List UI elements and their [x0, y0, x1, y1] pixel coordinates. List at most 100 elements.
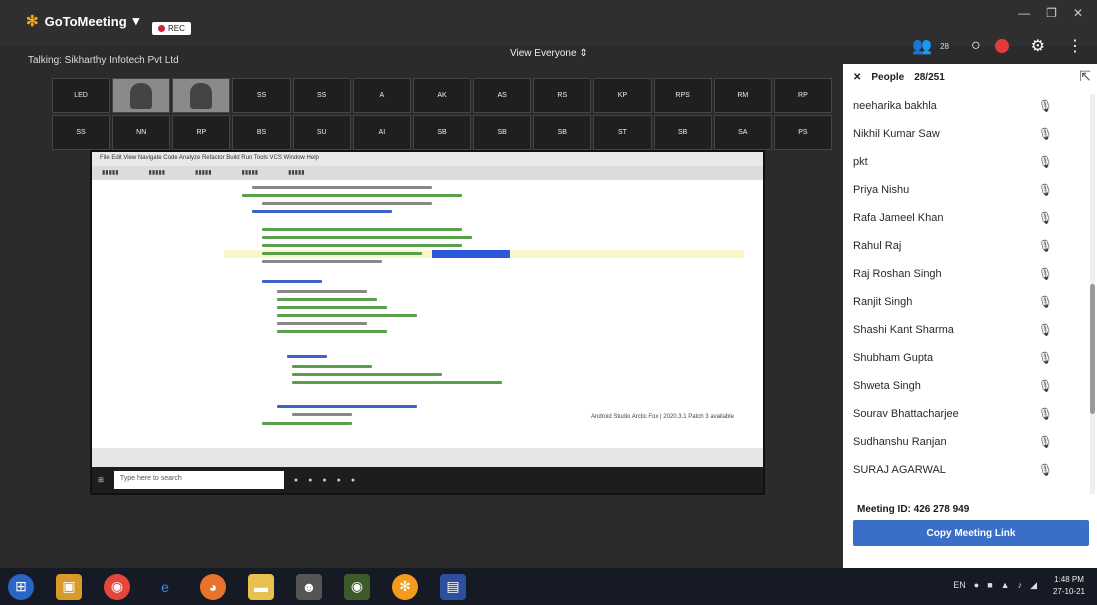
top-toolbar: 👥 28 ○ ⚙ ⋮ [912, 36, 1083, 56]
participant-tile[interactable]: KP [593, 78, 652, 113]
network-icon[interactable]: ◢ [1030, 580, 1037, 591]
file-manager-icon[interactable]: ▣ [56, 573, 82, 600]
language-indicator[interactable]: EN [953, 580, 966, 591]
participant-tile[interactable]: RP [172, 115, 231, 150]
participant-name: Raj Roshan Singh [853, 268, 942, 280]
people-scrollbar[interactable] [1090, 94, 1095, 494]
clock[interactable]: 1:48 PM 27-10-21 [1053, 574, 1085, 598]
participant-tile[interactable]: SA [713, 115, 772, 150]
minimize-icon[interactable]: — [1018, 6, 1030, 20]
gear-icon[interactable]: ⚙ [1031, 36, 1045, 56]
participant-tile[interactable]: SB [412, 115, 472, 150]
recording-badge[interactable]: REC [152, 22, 191, 35]
participant-tile[interactable]: A [352, 78, 411, 113]
muted-mic-icon[interactable]: 🎙 [1038, 379, 1053, 393]
participant-tile[interactable]: SB [473, 115, 532, 150]
volume-icon[interactable]: ♪ [1018, 580, 1023, 591]
participant-row[interactable]: Shweta Singh 🎙 [843, 372, 1083, 400]
tray-icon[interactable]: ■ [987, 580, 992, 591]
participant-tile[interactable]: LED [52, 78, 111, 113]
app-window-icon[interactable]: ▤ [440, 573, 466, 600]
user-app-icon[interactable]: ☻ [296, 573, 322, 600]
people-icon[interactable]: 👥 [912, 36, 932, 56]
firefox-icon[interactable]: ◕ [200, 573, 226, 600]
more-options-icon[interactable]: ⋮ [1067, 36, 1083, 56]
tray-icon[interactable]: ▲ [1001, 580, 1010, 591]
participant-row[interactable]: pkt 🎙 [843, 148, 1083, 176]
participant-row[interactable]: Shashi Kant Sharma 🎙 [843, 316, 1083, 344]
scrollbar-thumb[interactable] [1090, 284, 1095, 414]
muted-mic-icon[interactable]: 🎙 [1038, 127, 1053, 141]
participant-tile[interactable]: SS [232, 78, 291, 113]
muted-mic-icon[interactable]: 🎙 [1038, 435, 1053, 449]
app-brand[interactable]: ✻ GoToMeeting ▾ [26, 12, 139, 30]
participant-tile[interactable]: AI [352, 115, 411, 150]
participant-tile[interactable]: ST [593, 115, 652, 150]
restore-icon[interactable]: ❐ [1046, 6, 1057, 20]
participant-tile[interactable]: SB [533, 115, 592, 150]
folder-icon[interactable]: ▬ [248, 573, 274, 600]
code-line [292, 365, 372, 368]
participant-initials: RP [798, 92, 808, 99]
participant-name: Rahul Raj [853, 240, 902, 252]
participant-row[interactable]: Sourav Bhattacharjee 🎙 [843, 400, 1083, 428]
participant-row[interactable]: Priya Nishu 🎙 [843, 176, 1083, 204]
participant-tile[interactable]: SB [653, 115, 712, 150]
participant-tile[interactable]: SU [292, 115, 351, 150]
participant-tile[interactable]: AK [412, 78, 472, 113]
participant-tile[interactable]: BS [232, 115, 291, 150]
participant-tile[interactable]: NN [112, 115, 171, 150]
participant-row[interactable]: SURAJ AGARWAL 🎙 [843, 456, 1083, 484]
participant-row[interactable]: neeharika bakhla 🎙 [843, 92, 1083, 120]
participant-tile[interactable] [172, 78, 231, 113]
view-selector[interactable]: View Everyone ⇕ [510, 48, 588, 59]
start-button-icon[interactable]: ⊞ [8, 573, 34, 600]
participant-row[interactable]: Shubham Gupta 🎙 [843, 344, 1083, 372]
chat-icon[interactable]: ○ [971, 37, 981, 55]
participant-name: Sudhanshu Ranjan [853, 436, 947, 448]
muted-mic-icon[interactable]: 🎙 [1038, 463, 1053, 477]
muted-mic-icon[interactable]: 🎙 [1038, 323, 1053, 337]
muted-mic-icon[interactable]: 🎙 [1038, 239, 1053, 253]
muted-mic-icon[interactable]: 🎙 [1038, 267, 1053, 281]
edge-icon[interactable]: e [152, 574, 178, 600]
muted-mic-icon[interactable]: 🎙 [1038, 155, 1053, 169]
participant-tile[interactable]: SS [292, 78, 351, 113]
participant-tile[interactable]: RS [533, 78, 592, 113]
participant-initials: RM [737, 92, 749, 99]
muted-mic-icon[interactable]: 🎙 [1038, 99, 1053, 113]
participant-tile[interactable]: PS [773, 115, 832, 150]
muted-mic-icon[interactable]: 🎙 [1038, 211, 1053, 225]
code-line [262, 260, 382, 263]
muted-mic-icon[interactable]: 🎙 [1038, 183, 1053, 197]
popout-icon[interactable]: ⇱ [1079, 68, 1091, 85]
participant-row[interactable]: Rafa Jameel Khan 🎙 [843, 204, 1083, 232]
code-line [262, 228, 462, 231]
muted-mic-icon[interactable]: 🎙 [1038, 351, 1053, 365]
tray-icon[interactable]: ● [974, 580, 979, 591]
ide-tab: ▮▮▮▮▮ [195, 170, 212, 176]
participant-row[interactable]: Sudhanshu Ranjan 🎙 [843, 428, 1083, 456]
participant-tile[interactable]: AS [473, 78, 532, 113]
gotomeeting-taskbar-icon[interactable]: ✻ [392, 573, 418, 600]
record-dot-icon [158, 25, 165, 32]
ide-tab: ▮▮▮▮▮ [102, 170, 119, 176]
muted-mic-icon[interactable]: 🎙 [1038, 295, 1053, 309]
participant-tile[interactable] [112, 78, 171, 113]
chrome-icon[interactable]: ◉ [104, 573, 130, 600]
window-controls: — ❐ ✕ [1018, 6, 1083, 20]
participant-row[interactable]: Ranjit Singh 🎙 [843, 288, 1083, 316]
participant-tile[interactable]: RPS [653, 78, 712, 113]
close-icon[interactable]: ✕ [853, 72, 861, 83]
chrome-alt-icon[interactable]: ◉ [344, 573, 370, 600]
participant-tile[interactable]: SS [52, 115, 111, 150]
participant-row[interactable]: Raj Roshan Singh 🎙 [843, 260, 1083, 288]
close-icon[interactable]: ✕ [1073, 6, 1083, 20]
participant-tile[interactable]: RP [773, 78, 832, 113]
participant-row[interactable]: Nikhil Kumar Saw 🎙 [843, 120, 1083, 148]
muted-mic-icon[interactable]: 🎙 [1038, 407, 1053, 421]
copy-meeting-link-button[interactable]: Copy Meeting Link [853, 520, 1089, 546]
clock-time: 1:48 PM [1054, 575, 1084, 584]
participant-tile[interactable]: RM [713, 78, 772, 113]
participant-row[interactable]: Rahul Raj 🎙 [843, 232, 1083, 260]
